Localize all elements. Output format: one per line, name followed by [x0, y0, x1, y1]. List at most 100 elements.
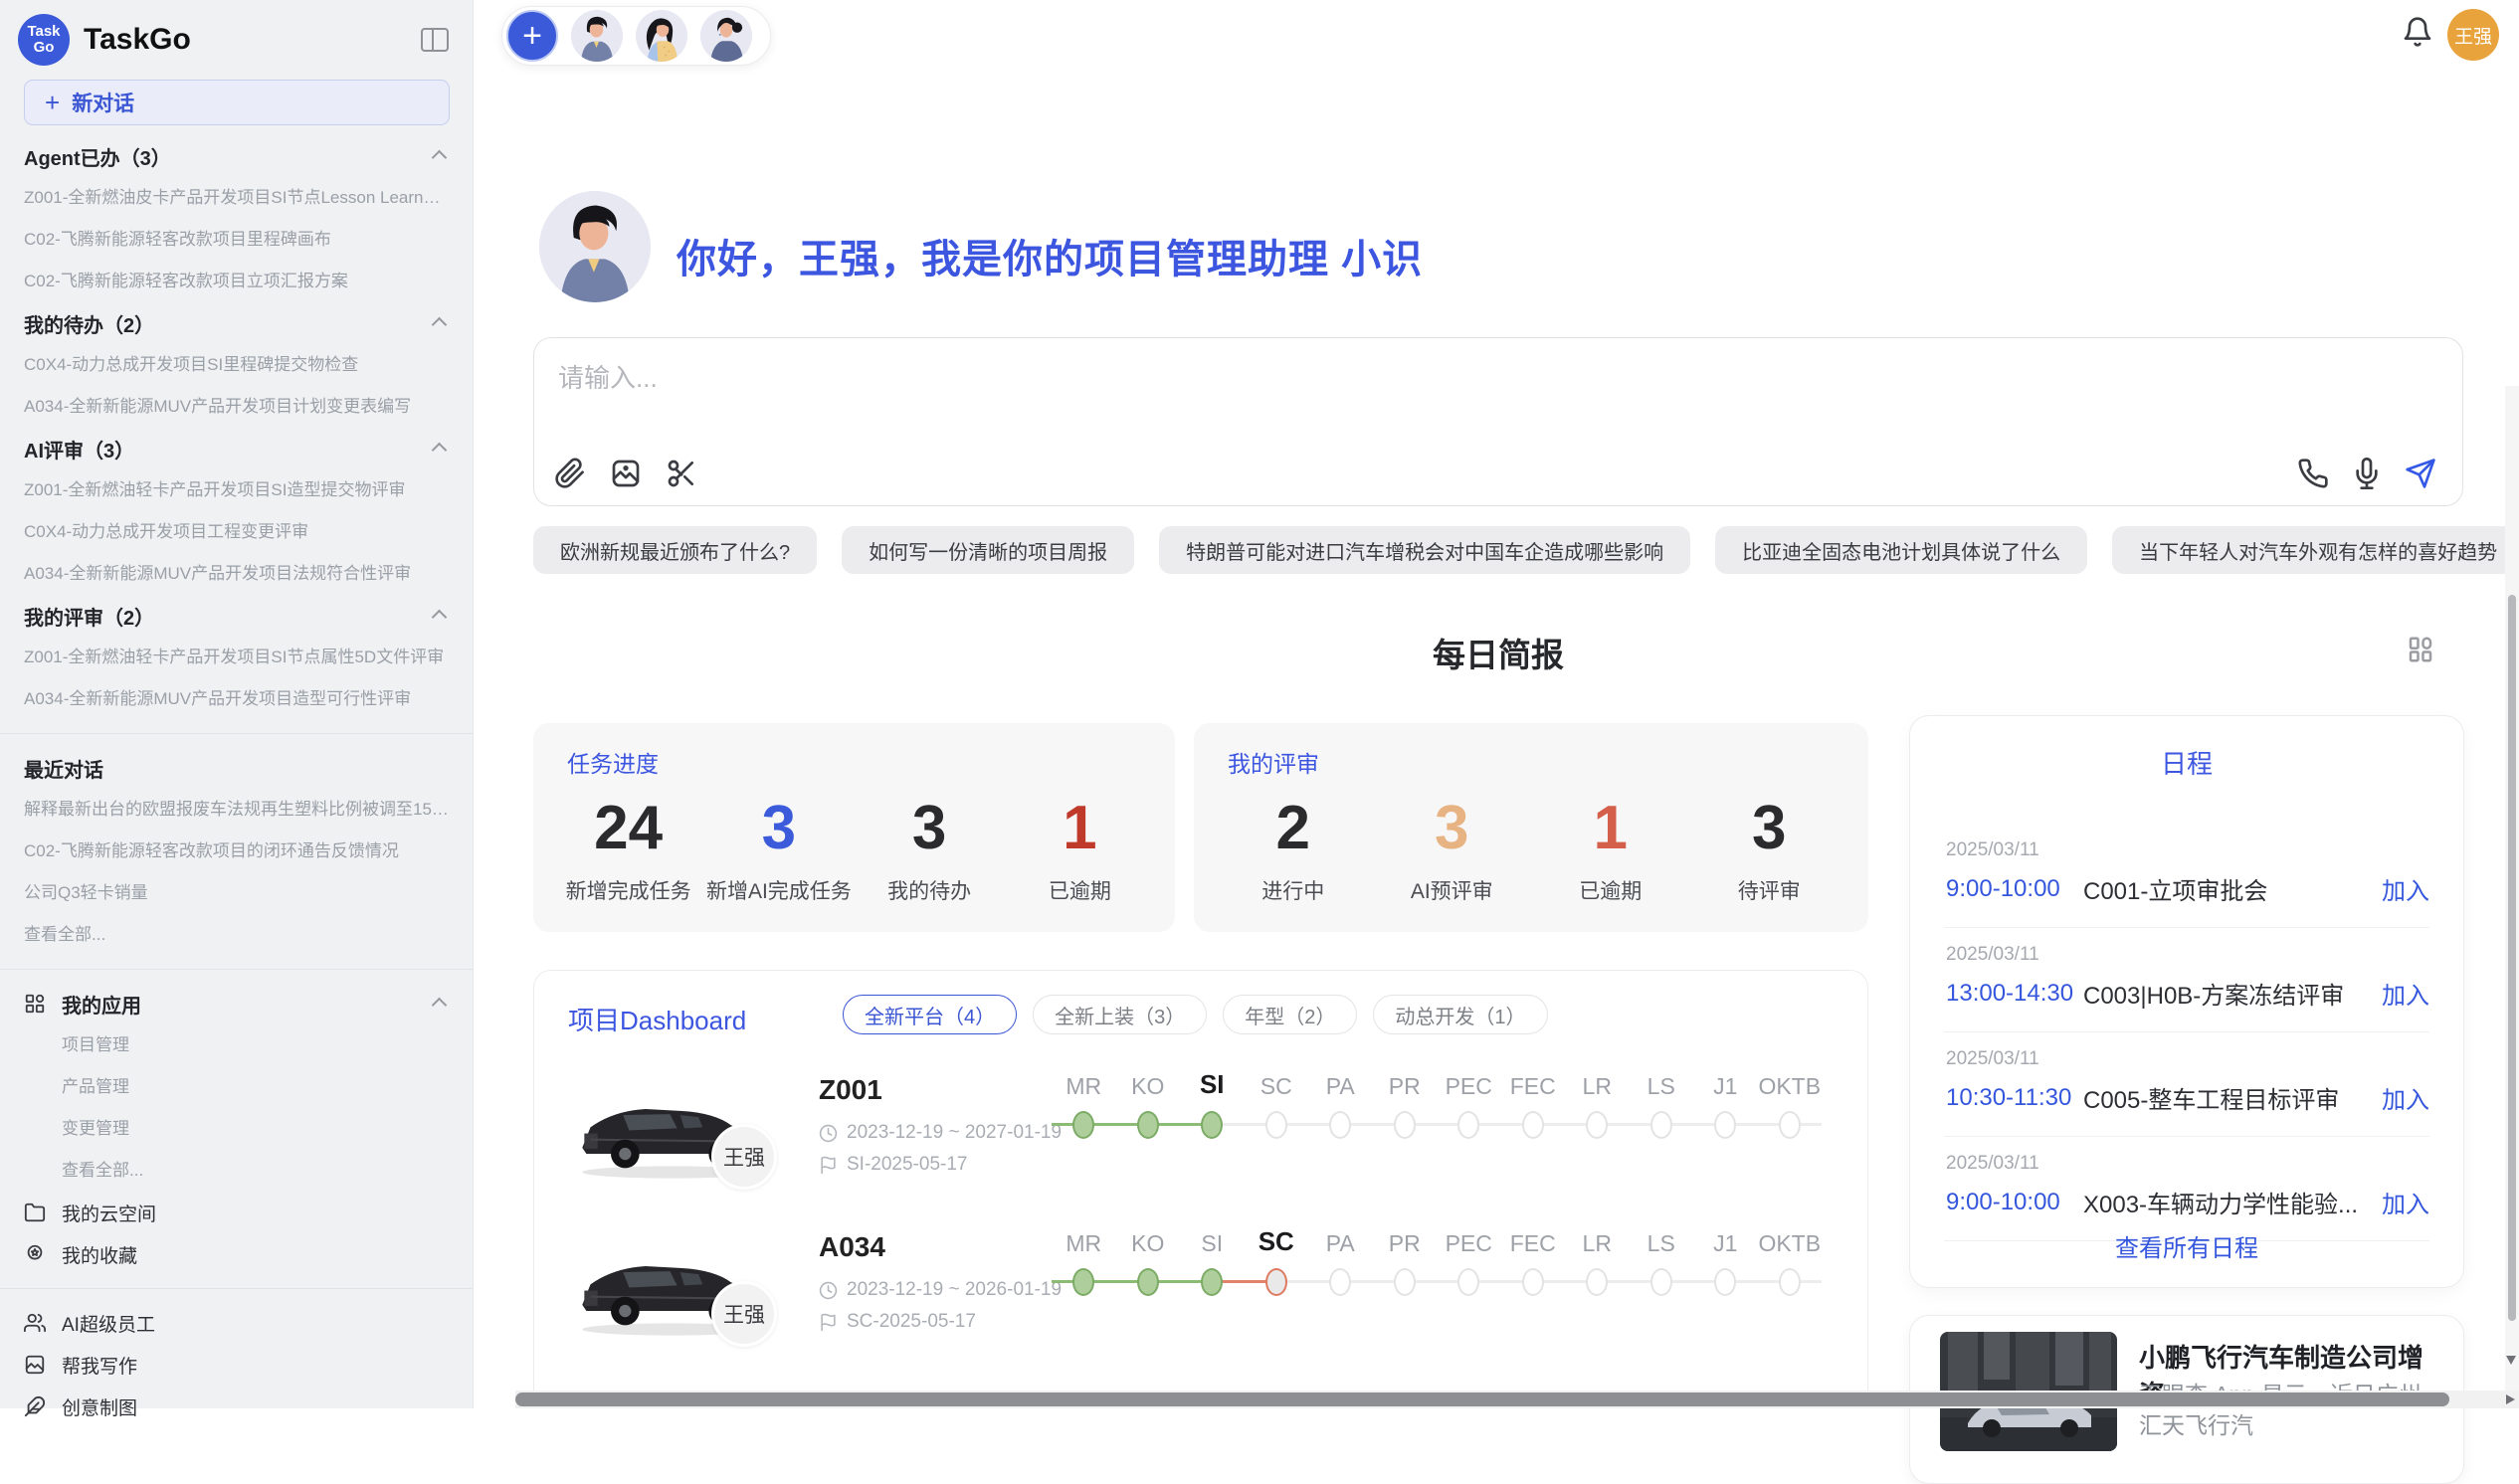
chevron-up-icon[interactable]: [432, 150, 448, 166]
milestone-dot: [1394, 1111, 1416, 1139]
milestone-label: SI: [1200, 1062, 1225, 1108]
scroll-right-arrow[interactable]: [2506, 1394, 2515, 1404]
sidebar-item-cloud[interactable]: 我的云空间: [24, 1192, 449, 1233]
dashboard-filter-tab[interactable]: 年型（2）: [1223, 995, 1357, 1034]
my-apps-label: 我的应用: [62, 990, 141, 1019]
card-title: 我的评审: [1228, 745, 1319, 779]
join-link[interactable]: 加入: [2382, 976, 2429, 1011]
section-title: 我的待办（2）: [24, 309, 154, 338]
sidebar-section-header[interactable]: AI评审（3）: [24, 428, 449, 469]
project-row[interactable]: 王强 Z001 2023-12-19 ~ 2027-01-19 SI-2025-…: [534, 1062, 1868, 1211]
sidebar-item[interactable]: C02-飞腾新能源轻客改款项目立项汇报方案: [24, 261, 449, 302]
vertical-scrollbar[interactable]: [2505, 386, 2519, 1391]
agent-avatar-2[interactable]: [636, 10, 687, 62]
chat-input-box[interactable]: 请输入...: [533, 337, 2463, 506]
milestone-label: KO: [1131, 1062, 1164, 1108]
view-all-schedule-link[interactable]: 查看所有日程: [1910, 1228, 2463, 1263]
user-avatar[interactable]: 王强: [2447, 9, 2499, 61]
app-item[interactable]: 变更管理: [24, 1108, 449, 1150]
milestone: LR: [1565, 1062, 1630, 1142]
project-row[interactable]: 王强 A034 2023-12-19 ~ 2026-01-19 SC-2025-…: [534, 1219, 1868, 1369]
agent-avatar-1[interactable]: [571, 10, 623, 62]
send-icon[interactable]: [2405, 458, 2436, 489]
sidebar-item[interactable]: A034-全新新能源MUV产品开发项目计划变更表编写: [24, 386, 449, 428]
sidebar-section-header[interactable]: 我的评审（2）: [24, 595, 449, 637]
sidebar-item[interactable]: 解释最新出台的欧盟报废车法规再生塑料比例被调至15%...: [24, 789, 449, 831]
suggestion-chip[interactable]: 欧洲新规最近颁布了什么?: [533, 526, 817, 574]
owner-name: 王强: [723, 1142, 765, 1172]
microphone-icon[interactable]: [2351, 458, 2383, 489]
app-item[interactable]: 项目管理: [24, 1024, 449, 1066]
stat: 1 已逾期: [1531, 785, 1690, 918]
milestone-dot: [1779, 1111, 1801, 1139]
sidebar-item[interactable]: 公司Q3轻卡销量: [24, 872, 449, 914]
milestone-label: FEC: [1510, 1219, 1556, 1265]
sidebar-section-header[interactable]: 最近对话: [24, 747, 449, 789]
add-agent-button[interactable]: +: [506, 10, 558, 62]
suggestion-chip[interactable]: 如何写一份清晰的项目周报: [842, 526, 1134, 574]
my-apps-header[interactable]: 我的应用: [24, 983, 449, 1024]
sidebar-item[interactable]: C0X4-动力总成开发项目工程变更评审: [24, 511, 449, 553]
join-link[interactable]: 加入: [2382, 1080, 2429, 1115]
suggestion-chip[interactable]: 当下年轻人对汽车外观有怎样的喜好趋势: [2112, 526, 2519, 574]
sidebar-item[interactable]: Z001-全新燃油轻卡产品开发项目SI造型提交物评审: [24, 469, 449, 511]
milestone-label: LS: [1647, 1219, 1675, 1265]
sidebar-item-favorites[interactable]: 我的收藏: [24, 1233, 449, 1275]
sidebar-item-ai-staff[interactable]: AI超级员工: [24, 1302, 449, 1344]
recent-view-all[interactable]: 查看全部...: [24, 914, 449, 956]
input-placeholder: 请输入...: [558, 358, 658, 395]
sidebar-item[interactable]: C0X4-动力总成开发项目SI里程碑提交物检查: [24, 344, 449, 386]
sidebar-item[interactable]: C02-飞腾新能源轻客改款项目里程碑画布: [24, 219, 449, 261]
agent-avatar-3[interactable]: [700, 10, 752, 62]
sidebar-section-header[interactable]: Agent已办（3）: [24, 135, 449, 177]
sidebar-item[interactable]: Z001-全新燃油轻卡产品开发项目SI节点属性5D文件评审: [24, 637, 449, 678]
vertical-scrollbar-thumb[interactable]: [2508, 595, 2516, 1321]
write-label: 帮我写作: [62, 1352, 137, 1379]
sidebar-item[interactable]: A034-全新新能源MUV产品开发项目法规符合性评审: [24, 553, 449, 595]
milestone: MR: [1052, 1062, 1116, 1142]
chevron-up-icon[interactable]: [432, 610, 448, 626]
sidebar-section-header[interactable]: 我的待办（2）: [24, 302, 449, 344]
milestone-label: PEC: [1446, 1219, 1492, 1265]
join-link[interactable]: 加入: [2382, 871, 2429, 906]
stat: 3 待评审: [1690, 785, 1849, 918]
divider: [0, 1288, 473, 1289]
collapse-sidebar-icon[interactable]: [421, 28, 449, 52]
stat: 24 新增完成任务: [553, 785, 703, 918]
logo-text-1: Task: [27, 24, 60, 40]
notification-bell-icon[interactable]: [2402, 16, 2433, 48]
scroll-down-arrow[interactable]: [2506, 1356, 2516, 1365]
suggestion-chip[interactable]: 比亚迪全固态电池计划具体说了什么: [1715, 526, 2087, 574]
milestone-label: LR: [1583, 1219, 1612, 1265]
sidebar-item[interactable]: A034-全新新能源MUV产品开发项目造型可行性评审: [24, 678, 449, 720]
chevron-up-icon[interactable]: [432, 443, 448, 459]
sidebar-item[interactable]: Z001-全新燃油皮卡产品开发项目SI节点Lesson Learn报告: [24, 177, 449, 219]
sidebar-item-draw[interactable]: 创意制图: [24, 1386, 449, 1427]
image-upload-icon[interactable]: [610, 458, 642, 489]
dashboard-filter-tab[interactable]: 全新上装（3）: [1033, 995, 1207, 1034]
app-item[interactable]: 产品管理: [24, 1066, 449, 1108]
chevron-up-icon[interactable]: [432, 998, 448, 1014]
project-dashboard-card: 项目Dashboard 全新平台（4）全新上装（3）年型（2）动总开发（1） 王…: [533, 970, 1868, 1407]
sidebar-item[interactable]: C02-飞腾新能源轻客改款项目的闭环通告反馈情况: [24, 831, 449, 872]
milestone: KO: [1116, 1219, 1181, 1299]
schedule-card: 日程 2025/03/11 9:00-10:00 C001-立项审批会 加入 2…: [1909, 715, 2464, 1288]
join-link[interactable]: 加入: [2382, 1185, 2429, 1219]
phone-icon[interactable]: [2297, 458, 2329, 489]
milestone-label: J1: [1713, 1062, 1737, 1108]
schedule-event: 2025/03/11 9:00-10:00 X003-车辆动力学性能验... 加…: [1910, 1137, 2463, 1241]
dashboard-filter-tab[interactable]: 动总开发（1）: [1373, 995, 1547, 1034]
suggestion-chip[interactable]: 特朗普可能对进口汽车增税会对中国车企造成哪些影响: [1159, 526, 1690, 574]
apps-view-all[interactable]: 查看全部...: [24, 1150, 449, 1192]
milestone-label: OKTB: [1758, 1219, 1821, 1265]
horizontal-scrollbar[interactable]: [515, 1391, 2519, 1408]
horizontal-scrollbar-thumb[interactable]: [515, 1392, 2449, 1406]
chevron-up-icon[interactable]: [432, 317, 448, 333]
attachment-icon[interactable]: [554, 458, 586, 489]
dashboard-filter-tab[interactable]: 全新平台（4）: [843, 995, 1017, 1034]
sidebar-item-write[interactable]: 帮我写作: [24, 1344, 449, 1386]
scissors-icon[interactable]: [666, 458, 697, 489]
milestone-dot: [1137, 1111, 1159, 1139]
new-chat-button[interactable]: + 新对话: [24, 80, 450, 125]
layout-grid-icon[interactable]: [2406, 635, 2435, 664]
